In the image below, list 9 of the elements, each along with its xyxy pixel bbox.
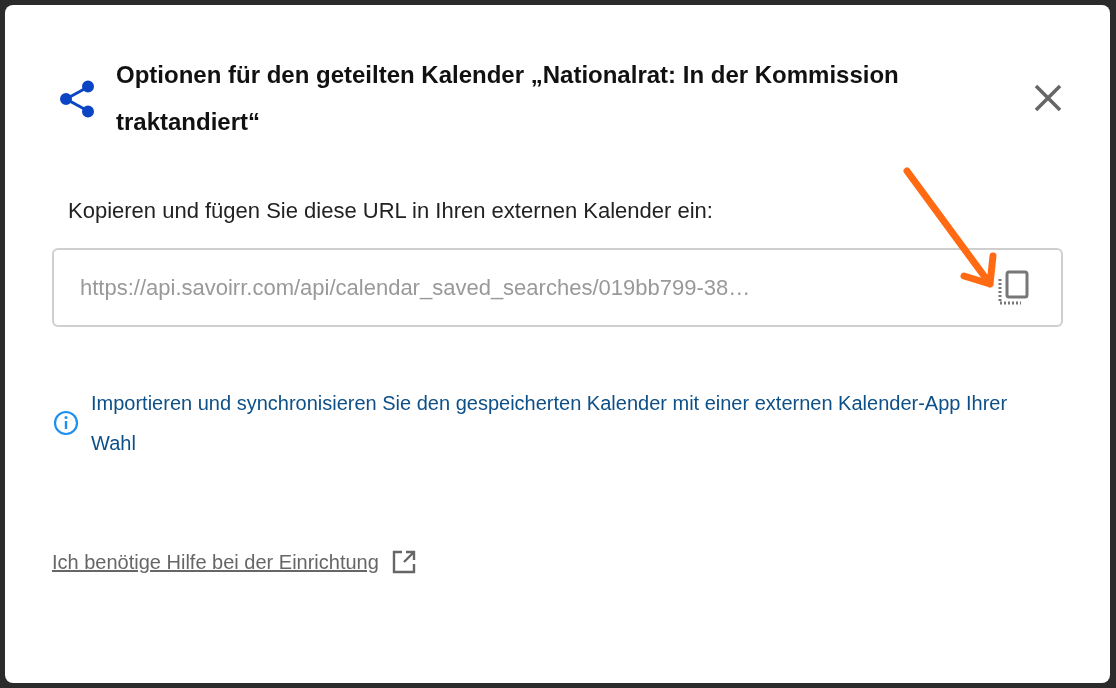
info-icon (53, 410, 79, 436)
external-link-icon[interactable] (390, 549, 417, 575)
share-icon (58, 80, 96, 118)
help-link[interactable]: Ich benötige Hilfe bei der Einrichtung (52, 550, 379, 574)
info-text: Importieren und synchronisieren Sie den gespeicherten Kalender mit einer externen Kalender-App Ihrer Wahl (91, 391, 1009, 456)
url-label: Kopieren und fügen Sie diese URL in Ihren externen Kalender ein: (68, 198, 714, 224)
dialog-title: Optionen für den geteilten Kalender „Nationalrat: In der Kommission traktandiert“ (116, 60, 900, 137)
close-icon (1033, 83, 1063, 113)
close-button[interactable] (1033, 83, 1063, 113)
